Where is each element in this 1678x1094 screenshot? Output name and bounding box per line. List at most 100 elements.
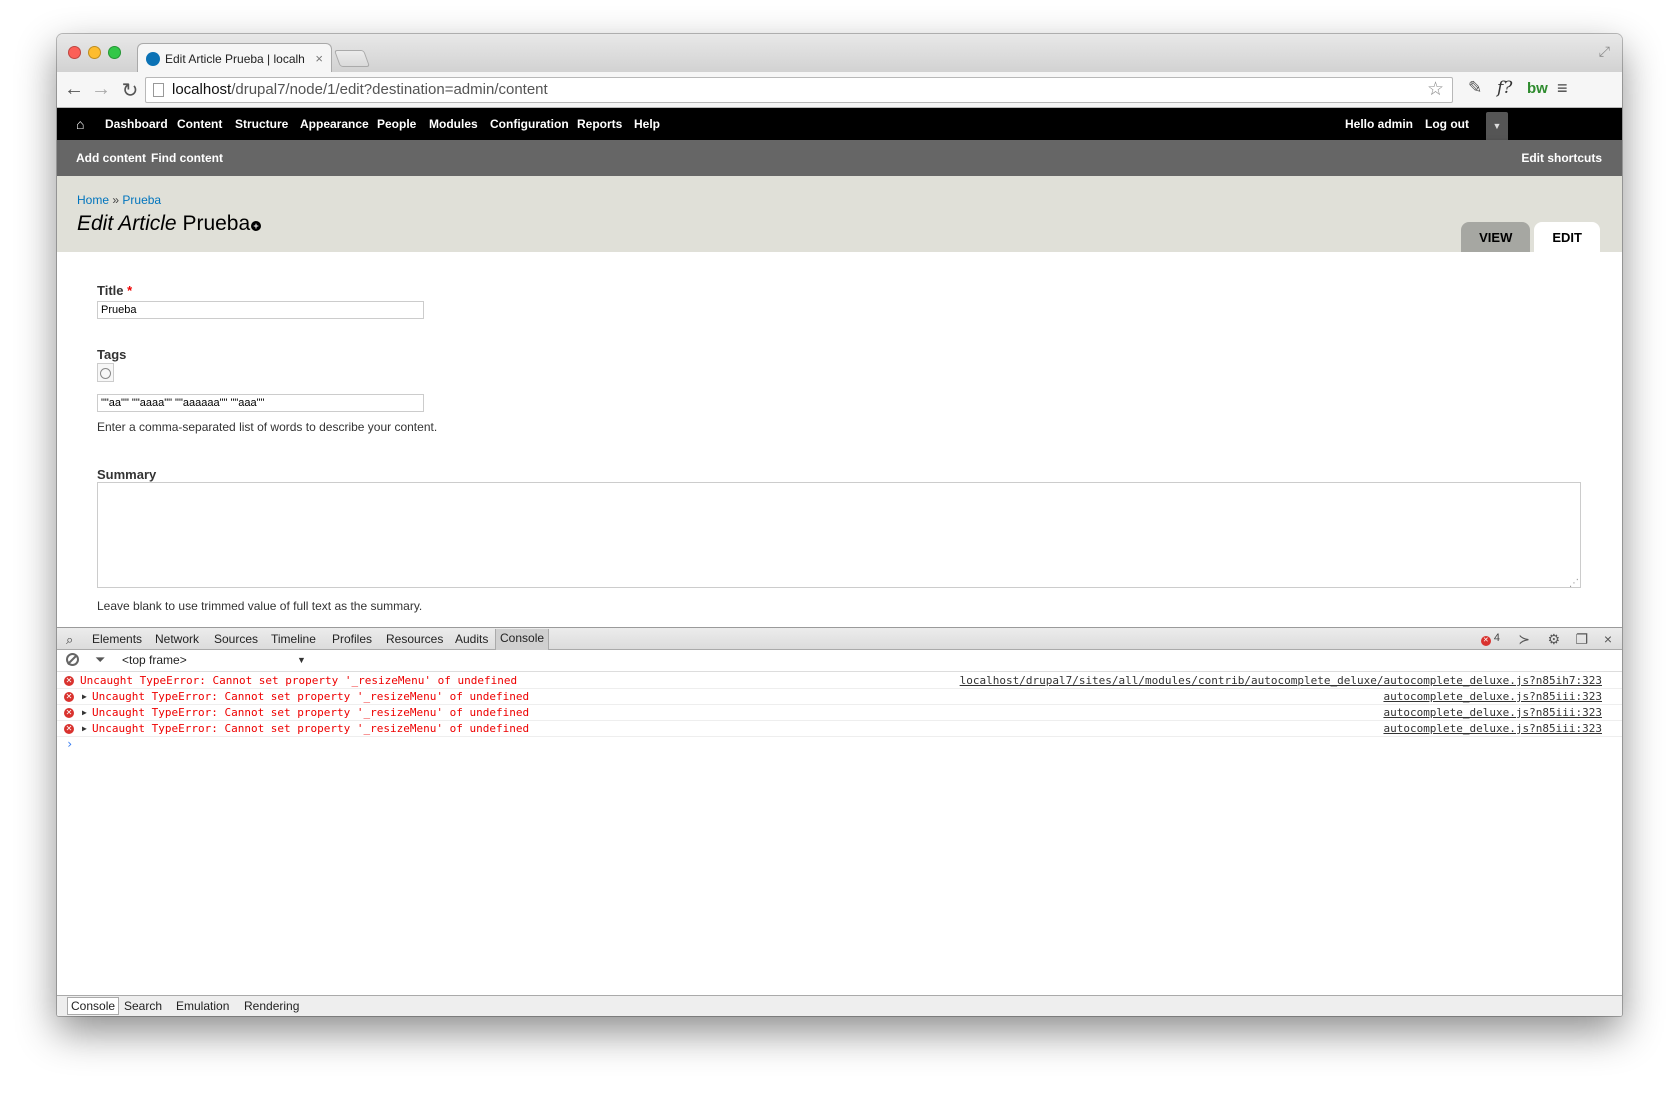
dock-icon[interactable]: ❐ bbox=[1575, 631, 1588, 648]
forward-arrow-icon[interactable]: → bbox=[90, 78, 112, 101]
drawer-tab-emulation[interactable]: Emulation bbox=[176, 999, 229, 1013]
menu-people[interactable]: People bbox=[377, 117, 416, 131]
breadcrumb-prueba[interactable]: Prueba bbox=[122, 193, 161, 207]
page-header: Home » Prueba Edit Article Prueba + View… bbox=[57, 176, 1622, 252]
console-prompt[interactable]: › bbox=[57, 737, 1622, 753]
menu-modules[interactable]: Modules bbox=[429, 117, 478, 131]
edit-shortcuts-link[interactable]: Edit shortcuts bbox=[1521, 151, 1602, 165]
home-icon[interactable]: ⌂ bbox=[76, 116, 84, 132]
menu-dashboard[interactable]: Dashboard bbox=[105, 117, 168, 131]
drawer-tab-console[interactable]: Console bbox=[67, 997, 120, 1015]
tab-profiles[interactable]: Profiles bbox=[332, 632, 372, 646]
tab-resources[interactable]: Resources bbox=[386, 632, 443, 646]
required-marker: * bbox=[127, 283, 133, 298]
add-shortcut-icon[interactable]: + bbox=[251, 221, 261, 231]
hello-admin-link[interactable]: Hello admin bbox=[1345, 117, 1413, 131]
summary-textarea[interactable] bbox=[97, 482, 1581, 589]
browser-toolbar: ← → ↻ localhost/drupal7/node/1/edit?dest… bbox=[57, 72, 1622, 108]
page-title: Edit Article Prueba bbox=[77, 212, 250, 236]
expand-triangle-icon[interactable]: ▶ bbox=[82, 689, 87, 704]
tab-close-icon[interactable]: × bbox=[315, 51, 323, 66]
url-host: localhost bbox=[172, 81, 232, 98]
tab-audits[interactable]: Audits bbox=[455, 632, 488, 646]
error-source-link[interactable]: autocomplete_deluxe.js?n85iii:323 bbox=[1383, 721, 1602, 736]
settings-gear-icon[interactable]: ⚙ bbox=[1547, 631, 1560, 648]
menu-content[interactable]: Content bbox=[177, 117, 222, 131]
summary-label: Summary bbox=[97, 467, 157, 482]
menu-configuration[interactable]: Configuration bbox=[490, 117, 569, 131]
find-content-shortcut[interactable]: Find content bbox=[151, 151, 223, 165]
error-message: Uncaught TypeError: Cannot set property … bbox=[92, 690, 530, 703]
console-error-row[interactable]: ✕ ▶ Uncaught TypeError: Cannot set prope… bbox=[57, 689, 1622, 705]
shortcut-toggle-button[interactable]: ▼ bbox=[1486, 112, 1508, 140]
error-source-link[interactable]: autocomplete_deluxe.js?n85iii:323 bbox=[1383, 705, 1602, 720]
breadcrumb: Home » Prueba bbox=[77, 193, 161, 207]
console-error-row[interactable]: ✕ Uncaught TypeError: Cannot set propert… bbox=[57, 673, 1622, 689]
tab-edit[interactable]: Edit bbox=[1534, 222, 1600, 252]
page-title-type: Edit Article bbox=[77, 212, 177, 235]
inspect-search-icon[interactable]: ⌕ bbox=[66, 632, 73, 648]
zoom-window-button[interactable] bbox=[108, 46, 121, 59]
tab-timeline[interactable]: Timeline bbox=[271, 632, 316, 646]
error-count-badge[interactable]: ✕ 4 bbox=[1480, 632, 1500, 646]
error-icon: ✕ bbox=[64, 676, 74, 686]
eyedropper-extension-icon[interactable]: ✎ bbox=[1468, 78, 1482, 98]
devtools-drawer-tabs: Console Search Emulation Rendering bbox=[57, 995, 1622, 1016]
url-path: /drupal7/node/1/edit?destination=admin/c… bbox=[231, 81, 548, 98]
page-icon bbox=[153, 83, 164, 97]
error-source-link[interactable]: localhost/drupal7/sites/all/modules/cont… bbox=[960, 673, 1602, 688]
close-window-button[interactable] bbox=[68, 46, 81, 59]
menu-help[interactable]: Help bbox=[634, 117, 660, 131]
logout-link[interactable]: Log out bbox=[1425, 117, 1469, 131]
drawer-tab-search[interactable]: Search bbox=[124, 999, 162, 1013]
drawer-toggle-icon[interactable]: ≻ bbox=[1518, 631, 1530, 648]
address-bar[interactable]: localhost/drupal7/node/1/edit?destinatio… bbox=[145, 77, 1453, 103]
menu-reports[interactable]: Reports bbox=[577, 117, 622, 131]
console-messages: ✕ Uncaught TypeError: Cannot set propert… bbox=[57, 673, 1622, 753]
bookmark-star-icon[interactable]: ☆ bbox=[1427, 78, 1444, 102]
browser-titlebar: Edit Article Prueba | localh × ⤢ bbox=[57, 34, 1622, 73]
menu-appearance[interactable]: Appearance bbox=[300, 117, 369, 131]
error-source-link[interactable]: autocomplete_deluxe.js?n85iii:323 bbox=[1383, 689, 1602, 704]
autocomplete-throbber-icon bbox=[97, 363, 114, 382]
browser-menu-icon[interactable]: ≡ bbox=[1557, 78, 1568, 99]
tab-network[interactable]: Network bbox=[155, 632, 199, 646]
tags-description: Enter a comma-separated list of words to… bbox=[97, 420, 438, 434]
fx-extension-icon[interactable]: f? bbox=[1497, 78, 1512, 98]
minimize-window-button[interactable] bbox=[88, 46, 101, 59]
tab-elements[interactable]: Elements bbox=[92, 632, 142, 646]
error-count-value: 4 bbox=[1493, 632, 1500, 644]
devtools-tabbar: ⌕ Elements Network Sources Timeline Prof… bbox=[57, 627, 1622, 650]
devtools-panel: ⌕ Elements Network Sources Timeline Prof… bbox=[57, 627, 1622, 1016]
fullscreen-icon[interactable]: ⤢ bbox=[1599, 43, 1610, 60]
browser-tab-title: Edit Article Prueba | localh bbox=[165, 51, 305, 66]
bw-extension-icon[interactable]: bw bbox=[1527, 80, 1548, 97]
reload-icon[interactable]: ↻ bbox=[119, 78, 141, 103]
menu-structure[interactable]: Structure bbox=[235, 117, 288, 131]
title-input[interactable]: Prueba bbox=[97, 301, 424, 319]
tab-sources[interactable]: Sources bbox=[214, 632, 258, 646]
console-filter-bar: ⏷ <top frame> ▼ bbox=[57, 650, 1622, 672]
filter-icon[interactable]: ⏷ bbox=[95, 652, 105, 668]
drawer-tab-rendering[interactable]: Rendering bbox=[244, 999, 299, 1013]
breadcrumb-home[interactable]: Home bbox=[77, 193, 109, 207]
primary-tabs: View Edit bbox=[1461, 222, 1600, 252]
close-devtools-icon[interactable]: × bbox=[1604, 631, 1612, 647]
expand-triangle-icon[interactable]: ▶ bbox=[82, 721, 87, 736]
tab-view[interactable]: View bbox=[1461, 222, 1531, 252]
expand-triangle-icon[interactable]: ▶ bbox=[82, 705, 87, 720]
add-content-shortcut[interactable]: Add content bbox=[76, 151, 146, 165]
tab-console[interactable]: Console bbox=[495, 629, 550, 650]
console-error-row[interactable]: ✕ ▶ Uncaught TypeError: Cannot set prope… bbox=[57, 705, 1622, 721]
browser-tab[interactable]: Edit Article Prueba | localh × bbox=[137, 43, 332, 73]
summary-description: Leave blank to use trimmed value of full… bbox=[97, 599, 423, 613]
breadcrumb-separator: » bbox=[112, 193, 120, 207]
console-error-row[interactable]: ✕ ▶ Uncaught TypeError: Cannot set prope… bbox=[57, 721, 1622, 737]
clear-console-icon[interactable] bbox=[66, 653, 79, 666]
tags-input[interactable]: ""aa"" ""aaaa"" ""aaaaaa"" ""aaa"" bbox=[97, 394, 424, 412]
title-label-text: Title bbox=[97, 283, 124, 298]
new-tab-button[interactable] bbox=[333, 50, 371, 67]
chevron-down-icon[interactable]: ▼ bbox=[297, 655, 306, 665]
frame-select[interactable]: <top frame> bbox=[122, 653, 187, 667]
back-arrow-icon[interactable]: ← bbox=[63, 78, 85, 101]
